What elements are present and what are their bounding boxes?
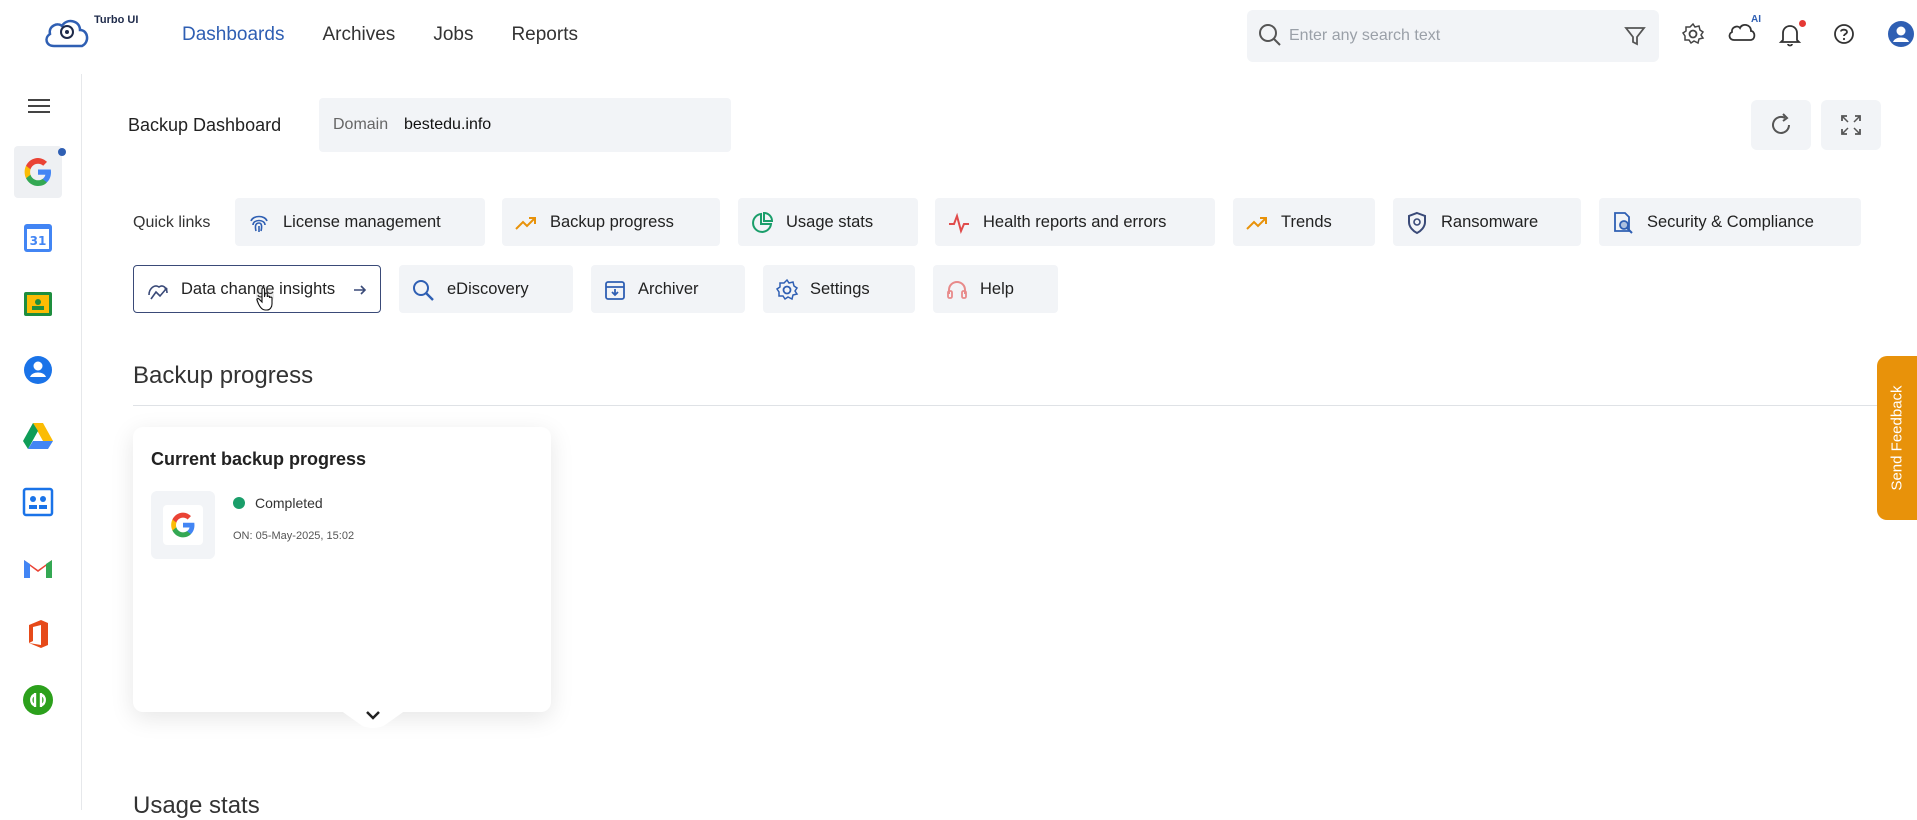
quick-link-label: Settings <box>810 280 870 298</box>
nav-jobs[interactable]: Jobs <box>433 24 473 46</box>
main-nav: Dashboards Archives Jobs Reports <box>182 24 578 46</box>
document-search-icon <box>1614 212 1633 234</box>
shield-icon <box>1408 211 1426 235</box>
nav-dashboards[interactable]: Dashboards <box>182 24 284 46</box>
domain-selector[interactable]: Domain bestedu.info <box>319 98 731 152</box>
quick-link-label: Security & Compliance <box>1647 213 1814 231</box>
quick-link-settings[interactable]: Settings <box>763 265 915 313</box>
quick-link-help[interactable]: Help <box>933 265 1058 313</box>
quick-link-label: eDiscovery <box>447 280 529 298</box>
expand-icon <box>1841 115 1861 135</box>
quick-link-label: Archiver <box>638 280 699 298</box>
feedback-label: Send Feedback <box>1888 385 1906 491</box>
sidebar-item-classroom[interactable] <box>14 278 62 330</box>
status-text: Completed <box>255 495 323 511</box>
quick-links-label: Quick links <box>133 214 211 231</box>
quick-link-label: Ransomware <box>1441 213 1539 231</box>
quick-link-archiver[interactable]: Archiver <box>591 265 745 313</box>
arrow-right-icon <box>354 285 367 295</box>
quick-link-label: Trends <box>1281 213 1332 231</box>
quickbooks-icon <box>23 685 53 715</box>
sidebar-item-directory[interactable] <box>14 476 62 528</box>
sidebar-item-office[interactable] <box>14 608 62 660</box>
sidebar-item-calendar[interactable]: 31 <box>14 212 62 264</box>
archive-box-icon <box>605 281 625 300</box>
quick-link-security-compliance[interactable]: Security & Compliance <box>1599 198 1861 246</box>
domain-value: bestedu.info <box>404 116 492 133</box>
usage-stats-heading: Usage stats <box>133 792 260 819</box>
trend-up-icon <box>515 217 536 230</box>
top-bar: Turbo UI Dashboards Archives Jobs Report… <box>0 0 1917 72</box>
quick-link-ransomware[interactable]: Ransomware <box>1393 198 1581 246</box>
help-icon[interactable] <box>1832 22 1856 46</box>
bell-icon[interactable] <box>1778 22 1802 48</box>
backup-app-tile <box>151 491 215 559</box>
quick-link-ediscovery[interactable]: eDiscovery <box>399 265 573 313</box>
gear-icon[interactable] <box>1681 22 1705 46</box>
hamburger-menu-icon[interactable] <box>26 96 52 116</box>
cloud-logo-icon <box>45 19 89 48</box>
calendar-icon: 31 <box>24 224 52 252</box>
filter-icon[interactable] <box>1623 24 1647 48</box>
refresh-button[interactable] <box>1751 100 1811 150</box>
quick-link-label: Backup progress <box>550 213 674 231</box>
magnifier-icon <box>413 280 434 301</box>
sidebar-item-drive[interactable] <box>14 410 62 462</box>
directory-icon <box>22 487 54 517</box>
svg-text:31: 31 <box>30 234 47 248</box>
quick-link-health-reports[interactable]: Health reports and errors <box>935 198 1215 246</box>
app-logo[interactable]: Turbo UI <box>42 12 152 58</box>
search-icon <box>1259 24 1281 46</box>
quick-link-label: Help <box>980 280 1014 298</box>
avatar[interactable] <box>1887 20 1915 48</box>
nav-archives[interactable]: Archives <box>322 24 395 46</box>
trend-up-icon <box>1246 217 1267 230</box>
search-bar[interactable]: Enter any search text <box>1247 10 1659 62</box>
quick-link-label: Usage stats <box>786 213 874 231</box>
app-sidebar: 31 <box>0 74 82 810</box>
classroom-icon <box>24 292 52 316</box>
quick-link-usage-stats[interactable]: Usage stats <box>738 198 918 246</box>
expand-card-button[interactable] <box>333 705 413 745</box>
quick-link-trends[interactable]: Trends <box>1233 198 1375 246</box>
send-feedback-tab[interactable]: Send Feedback <box>1877 356 1917 520</box>
quick-link-label: License management <box>283 213 441 231</box>
sidebar-item-gmail[interactable] <box>14 542 62 594</box>
logo-text: Turbo UI <box>94 14 139 26</box>
refresh-icon <box>1772 113 1790 134</box>
page-title: Backup Dashboard <box>128 115 282 135</box>
backup-progress-heading: Backup progress <box>133 362 314 389</box>
google-icon <box>24 158 51 186</box>
fingerprint-icon <box>250 215 268 232</box>
drive-icon <box>23 423 53 449</box>
pulse-icon <box>949 212 969 235</box>
headset-icon <box>947 280 967 299</box>
ai-badge: AI <box>1751 14 1761 25</box>
card-title: Current backup progress <box>151 449 367 469</box>
status-timestamp: ON: 05-May-2025, 15:02 <box>233 530 355 542</box>
section-divider <box>133 405 1917 406</box>
fullscreen-button[interactable] <box>1821 100 1881 150</box>
sidebar-item-quickbooks[interactable] <box>14 674 62 726</box>
notification-dot <box>1799 20 1806 27</box>
search-input[interactable]: Enter any search text <box>1289 27 1440 45</box>
current-backup-progress-card: Current backup progress Completed ON: 05… <box>133 427 551 728</box>
pie-chart-icon <box>752 211 774 233</box>
active-indicator <box>58 148 66 156</box>
gmail-icon <box>24 560 52 578</box>
contacts-icon <box>24 356 52 384</box>
sidebar-item-contacts[interactable] <box>14 344 62 396</box>
hand-cursor-icon <box>256 286 274 311</box>
data-insights-icon <box>148 285 168 300</box>
google-icon <box>171 512 195 538</box>
gear-icon <box>775 278 799 301</box>
office-icon <box>29 620 48 648</box>
quick-link-license-management[interactable]: License management <box>235 198 485 246</box>
domain-label: Domain <box>333 116 389 133</box>
sidebar-item-google[interactable] <box>14 146 66 198</box>
quick-link-backup-progress[interactable]: Backup progress <box>502 198 720 246</box>
status-indicator <box>233 497 245 509</box>
nav-reports[interactable]: Reports <box>511 24 578 46</box>
quick-link-label: Health reports and errors <box>983 213 1167 231</box>
